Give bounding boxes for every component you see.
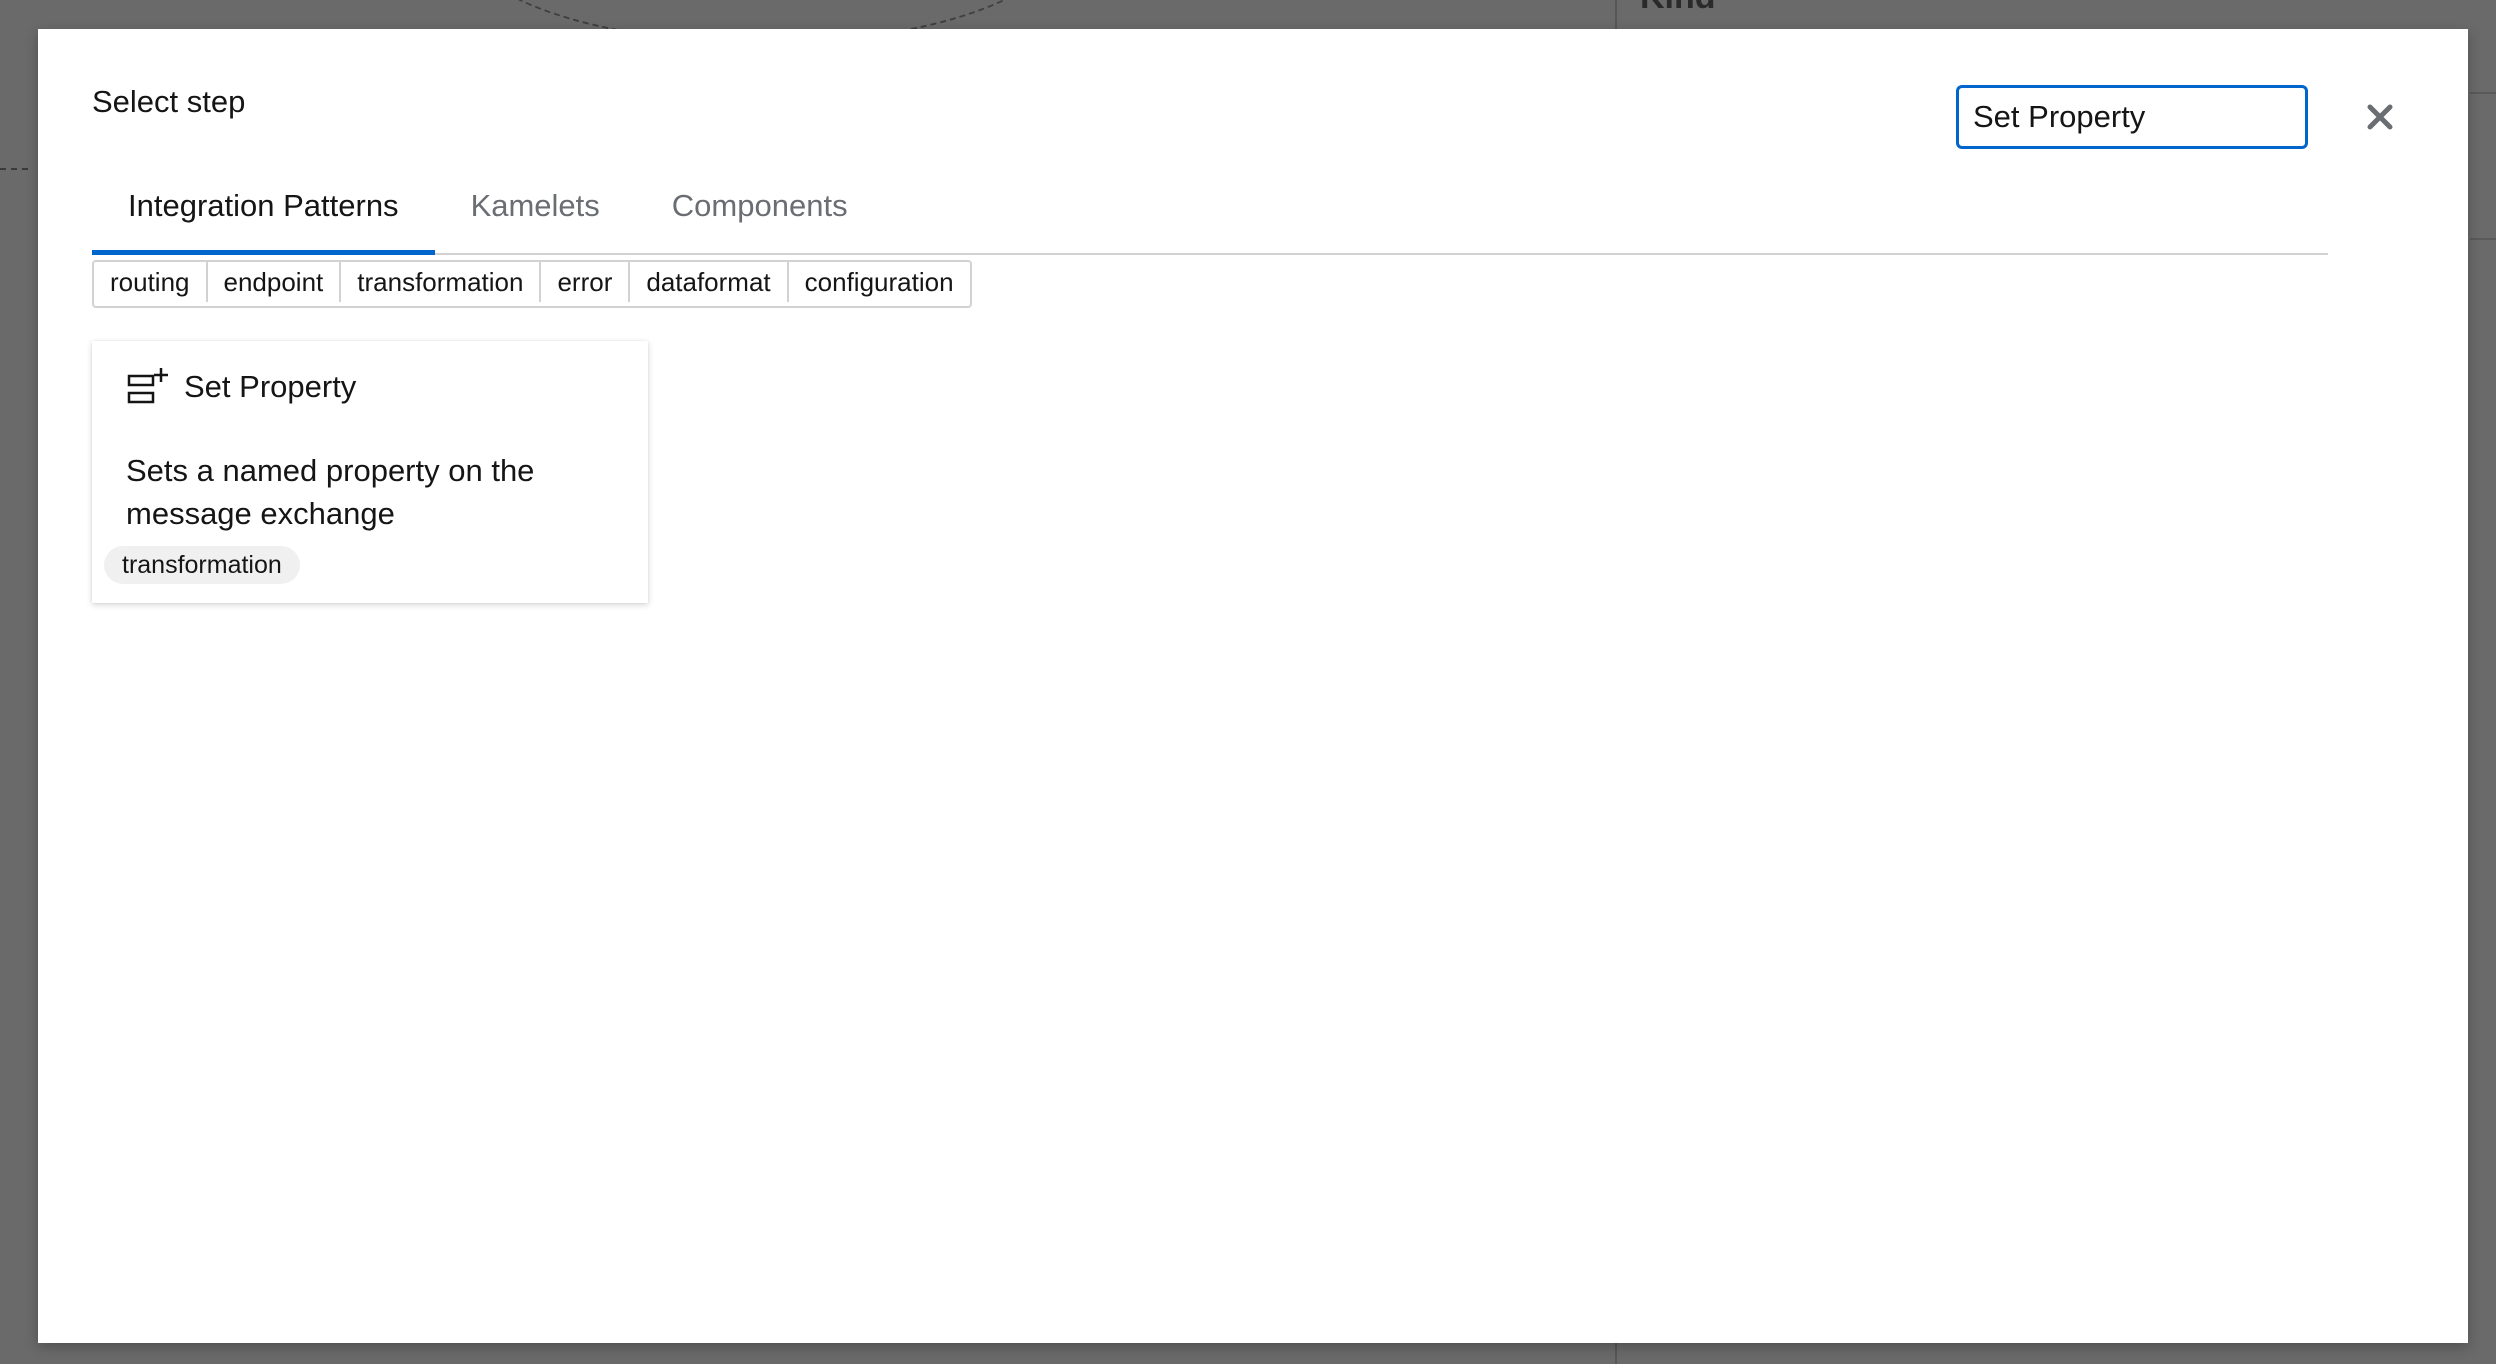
filter-dataformat-button[interactable]: dataformat	[630, 262, 789, 302]
background-panel-strip	[2470, 92, 2496, 240]
filter-routing-button[interactable]: routing	[94, 262, 208, 302]
close-icon	[2367, 104, 2393, 130]
card-description: Sets a named property on the message exc…	[126, 453, 535, 531]
card-label-badge: transformation	[104, 546, 300, 584]
select-step-modal: Select step Integration Patterns Kamelet…	[38, 29, 2468, 1343]
set-property-icon	[127, 368, 168, 404]
filter-transformation-button[interactable]: transformation	[341, 262, 542, 302]
search-input[interactable]	[1956, 85, 2308, 149]
tab-components[interactable]: Components	[636, 159, 884, 253]
modal-title: Select step	[92, 84, 246, 119]
label-filter-group: routing endpoint transformation error da…	[92, 260, 972, 308]
tab-label: Kamelets	[470, 188, 600, 223]
step-card-set-property[interactable]: Set Property Sets a named property on th…	[92, 341, 648, 603]
filter-configuration-button[interactable]: configuration	[788, 262, 970, 302]
background-flow-edge	[0, 168, 28, 170]
card-title: Set Property	[184, 369, 357, 404]
tab-label: Integration Patterns	[128, 188, 399, 223]
filter-endpoint-button[interactable]: endpoint	[207, 262, 342, 302]
filter-error-button[interactable]: error	[541, 262, 631, 302]
card-header: Set Property	[126, 365, 356, 409]
close-button[interactable]	[2360, 97, 2400, 137]
tab-label: Components	[671, 188, 848, 223]
tab-integration-patterns[interactable]: Integration Patterns	[92, 159, 435, 255]
tab-kamelets[interactable]: Kamelets	[435, 159, 636, 253]
step-category-tabs: Integration Patterns Kamelets Components	[92, 159, 2328, 255]
background-panel-heading: Kind	[1640, 0, 1716, 17]
